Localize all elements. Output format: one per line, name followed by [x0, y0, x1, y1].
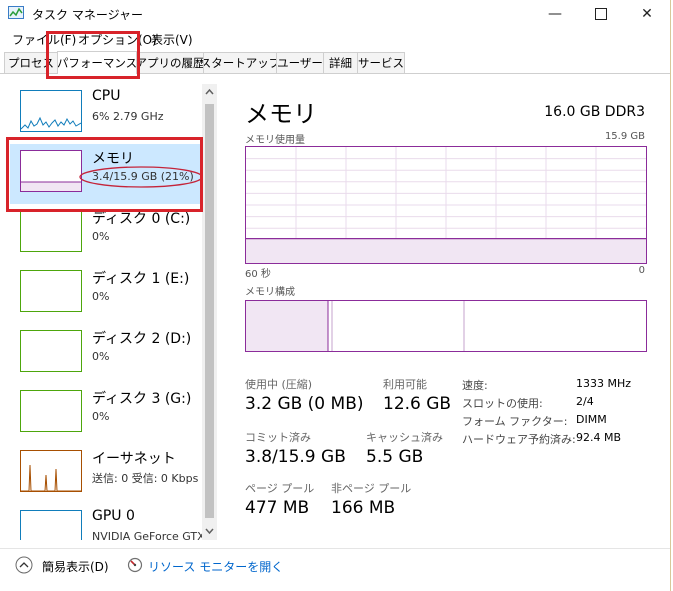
- hardware-reserved-label: ハードウェア予約済み:: [462, 433, 576, 446]
- close-button[interactable]: ✕: [624, 0, 670, 28]
- sidebar-sub-ethernet: 送信: 0 受信: 0 Kbps: [92, 472, 199, 485]
- sidebar-sub-gpu: NVIDIA GeForce GTX: [92, 530, 205, 540]
- page-title: メモリ: [245, 100, 317, 128]
- slots-value: 2/4: [576, 395, 594, 408]
- sidebar-item-disk-1[interactable]: ディスク 1 (E:) 0%: [10, 264, 202, 324]
- minimize-button[interactable]: —: [532, 0, 578, 28]
- maximize-button[interactable]: [578, 0, 624, 28]
- ethernet-thumbnail-graph: [20, 450, 82, 492]
- scroll-thumb[interactable]: [205, 104, 214, 518]
- sidebar-sub-disk-3: 0%: [92, 410, 110, 423]
- cached-label: キャッシュ済み: [366, 431, 443, 444]
- cached-value: 5.5 GB: [366, 447, 424, 467]
- disk2-thumbnail-graph: [20, 330, 82, 372]
- sidebar-label-disk-1: ディスク 1 (E:): [92, 271, 190, 287]
- memory-usage-area: [246, 238, 646, 263]
- tab-details[interactable]: 詳細: [323, 52, 358, 73]
- sidebar-item-disk-2[interactable]: ディスク 2 (D:) 0%: [10, 324, 202, 384]
- committed-label: コミット済み: [245, 431, 311, 444]
- tab-app-history[interactable]: アプリの履歴: [136, 52, 204, 73]
- fewer-details-button[interactable]: 簡易表示(D): [42, 558, 109, 575]
- close-icon: ✕: [641, 6, 653, 22]
- memory-capacity: 16.0 GB DDR3: [544, 104, 645, 120]
- window-title: タスク マネージャー: [32, 8, 143, 22]
- sidebar-label-cpu: CPU: [92, 88, 121, 104]
- committed-value: 3.8/15.9 GB: [245, 447, 346, 467]
- cpu-thumbnail-graph: [20, 90, 82, 132]
- sidebar-sub-disk-0: 0%: [92, 230, 110, 243]
- form-factor-label: フォーム ファクター:: [462, 415, 568, 428]
- task-manager-window: タスク マネージャー — ✕ ファイル(F) オプション(O) 表示(V) プロ…: [0, 0, 671, 591]
- composition-label: メモリ構成: [245, 287, 295, 298]
- available-label: 利用可能: [383, 378, 427, 391]
- sidebar-item-ethernet[interactable]: イーサネット 送信: 0 受信: 0 Kbps: [10, 444, 202, 504]
- sidebar-label-disk-3: ディスク 3 (G:): [92, 391, 192, 407]
- maximize-icon: [595, 8, 607, 20]
- graph-time-left: 60 秒: [245, 269, 271, 280]
- sidebar-sub-disk-1: 0%: [92, 290, 110, 303]
- tab-users[interactable]: ユーザー: [276, 52, 324, 73]
- memory-composition-bar: [245, 300, 647, 352]
- form-factor-value: DIMM: [576, 413, 607, 426]
- tab-services[interactable]: サービス: [357, 52, 405, 73]
- sidebar-item-disk-3[interactable]: ディスク 3 (G:) 0%: [10, 384, 202, 444]
- open-resource-monitor-link[interactable]: リソース モニターを開く: [148, 558, 283, 575]
- nonpaged-pool-value: 166 MB: [331, 498, 396, 518]
- paged-pool-value: 477 MB: [245, 498, 310, 518]
- sidebar-scrollbar[interactable]: [202, 84, 217, 540]
- sidebar-sub-cpu: 6% 2.79 GHz: [92, 110, 164, 123]
- paged-pool-label: ページ プール: [245, 482, 315, 495]
- scroll-up-icon[interactable]: [205, 88, 214, 95]
- hardware-reserved-value: 92.4 MB: [576, 431, 622, 444]
- gpu-thumbnail-graph: [20, 510, 82, 540]
- sidebar-item-gpu[interactable]: GPU 0 NVIDIA GeForce GTX: [10, 504, 205, 540]
- minimize-icon: —: [548, 6, 562, 22]
- graph-time-right: 0: [638, 265, 645, 276]
- sidebar-sub-disk-2: 0%: [92, 350, 110, 363]
- sidebar-label-ethernet: イーサネット: [92, 451, 176, 467]
- usage-graph-max: 15.9 GB: [604, 131, 645, 142]
- slots-label: スロットの使用:: [462, 397, 543, 410]
- composition-in-use-segment: [246, 301, 328, 351]
- disk3-thumbnail-graph: [20, 390, 82, 432]
- disk1-thumbnail-graph: [20, 270, 82, 312]
- resource-monitor-icon: [127, 557, 143, 573]
- usage-graph-label: メモリ使用量: [245, 135, 305, 146]
- memory-detail-panel: メモリ 16.0 GB DDR3 メモリ使用量 15.9 GB 60 秒 0 メ…: [230, 84, 660, 534]
- task-manager-icon: [8, 6, 24, 19]
- highlight-box-memory-item: [6, 137, 203, 212]
- sidebar-label-gpu: GPU 0: [92, 508, 135, 524]
- in-use-value: 3.2 GB (0 MB): [245, 394, 364, 414]
- disk0-thumbnail-graph: [20, 210, 82, 252]
- chevron-up-circle-icon[interactable]: [15, 556, 33, 574]
- speed-label: 速度:: [462, 379, 488, 392]
- nonpaged-pool-label: 非ページ プール: [331, 482, 412, 495]
- in-use-label: 使用中 (圧縮): [245, 378, 313, 391]
- sidebar-item-disk-0[interactable]: ディスク 0 (C:) 0%: [10, 204, 202, 264]
- speed-value: 1333 MHz: [576, 377, 632, 390]
- menu-view[interactable]: 表示(V): [151, 31, 193, 48]
- available-value: 12.6 GB: [383, 394, 452, 414]
- tab-startup[interactable]: スタートアップ: [203, 52, 277, 73]
- footer-bar: 簡易表示(D) リソース モニターを開く: [0, 548, 670, 589]
- title-bar: タスク マネージャー — ✕: [0, 0, 670, 28]
- highlight-box-performance-tab: [46, 31, 140, 79]
- memory-usage-graph: [245, 146, 647, 264]
- scroll-down-icon[interactable]: [205, 528, 214, 535]
- sidebar-item-cpu[interactable]: CPU 6% 2.79 GHz: [10, 84, 202, 144]
- sidebar-label-disk-2: ディスク 2 (D:): [92, 331, 192, 347]
